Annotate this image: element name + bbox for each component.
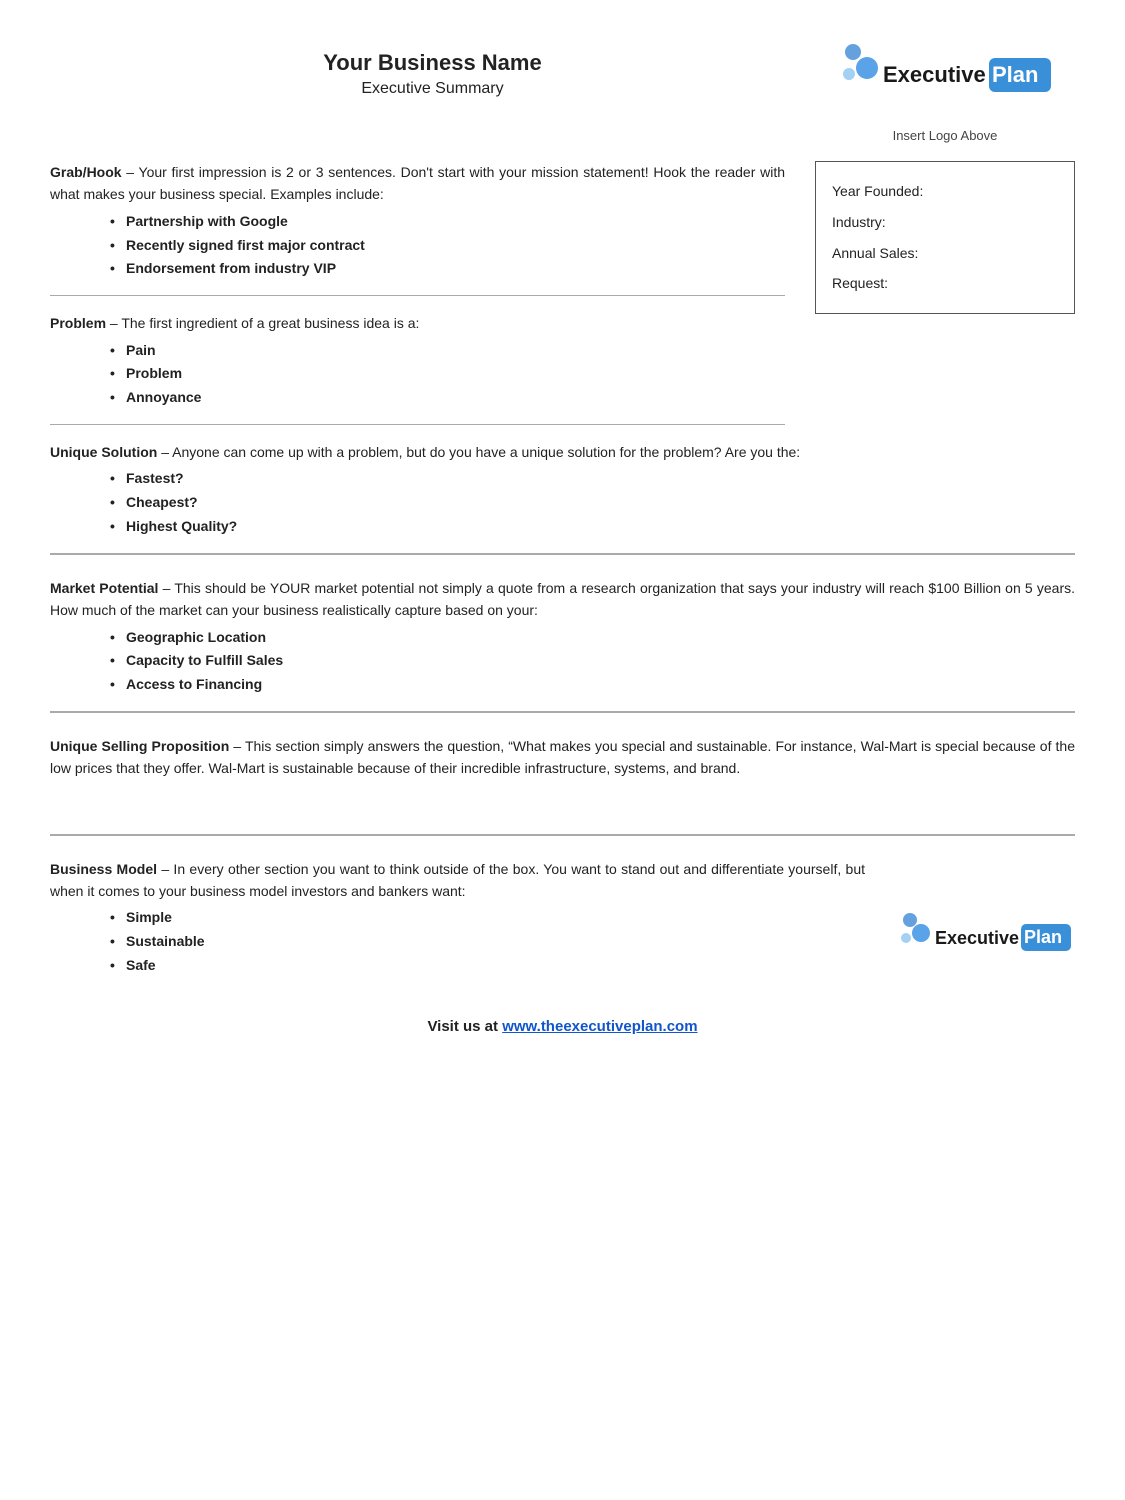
industry-label: Industry: (832, 207, 1058, 238)
top-section: Grab/Hook – Your first impression is 2 o… (50, 161, 1075, 425)
grab-hook-text: Grab/Hook – Your first impression is 2 o… (50, 161, 785, 206)
problem-section: Problem – The first ingredient of a grea… (50, 296, 785, 425)
problem-body: – The first ingredient of a great busine… (106, 315, 419, 331)
insert-logo-text: Insert Logo Above (893, 128, 998, 143)
usp-text: Unique Selling Proposition – This sectio… (50, 735, 1075, 780)
problem-list: Pain Problem Annoyance (110, 339, 785, 410)
list-item: Partnership with Google (110, 210, 785, 234)
business-model-section: Business Model – In every other section … (50, 836, 1075, 992)
footer-label: Visit us at (427, 1018, 502, 1035)
list-item: Recently signed first major contract (110, 234, 785, 258)
list-item: Cheapest? (110, 491, 1075, 515)
market-potential-label: Market Potential (50, 580, 158, 596)
problem-text: Problem – The first ingredient of a grea… (50, 312, 785, 334)
header-right: Executive Plan Insert Logo Above (815, 40, 1075, 143)
grab-hook-body: – Your first impression is 2 or 3 senten… (50, 164, 785, 202)
list-item: Simple (110, 906, 865, 930)
business-model-body: – In every other section you want to thi… (50, 861, 865, 899)
usp-section: Unique Selling Proposition – This sectio… (50, 713, 1075, 836)
usp-label: Unique Selling Proposition (50, 738, 229, 754)
svg-text:Executive: Executive (935, 928, 1019, 948)
info-box: Year Founded: Industry: Annual Sales: Re… (815, 161, 1075, 314)
request-label: Request: (832, 268, 1058, 299)
business-name: Your Business Name (50, 50, 815, 76)
list-item: Geographic Location (110, 626, 1075, 650)
market-potential-section: Market Potential – This should be YOUR m… (50, 555, 1075, 713)
header: Your Business Name Executive Summary Exe… (50, 40, 1075, 143)
market-potential-list: Geographic Location Capacity to Fulfill … (110, 626, 1075, 697)
list-item: Highest Quality? (110, 515, 1075, 539)
list-item: Sustainable (110, 930, 865, 954)
footer-link[interactable]: www.theexecutiveplan.com (502, 1018, 697, 1035)
list-item: Annoyance (110, 386, 785, 410)
list-item: Capacity to Fulfill Sales (110, 649, 1075, 673)
list-item: Endorsement from industry VIP (110, 257, 785, 281)
exec-summary: Executive Summary (50, 80, 815, 98)
year-founded-label: Year Founded: (832, 176, 1058, 207)
header-left: Your Business Name Executive Summary (50, 40, 815, 98)
list-item: Pain (110, 339, 785, 363)
svg-text:Plan: Plan (1024, 927, 1062, 947)
list-item: Problem (110, 362, 785, 386)
market-potential-body: – This should be YOUR market potential n… (50, 580, 1075, 618)
business-model-text: Business Model – In every other section … (50, 858, 865, 903)
market-potential-text: Market Potential – This should be YOUR m… (50, 577, 1075, 622)
grab-section: Grab/Hook – Your first impression is 2 o… (50, 161, 785, 296)
unique-solution-list: Fastest? Cheapest? Highest Quality? (110, 467, 1075, 538)
grab-hook-list: Partnership with Google Recently signed … (110, 210, 785, 281)
footer-text: Visit us at www.theexecutiveplan.com (50, 1018, 1075, 1035)
grab-hook-label: Grab/Hook (50, 164, 122, 180)
unique-solution-label: Unique Solution (50, 444, 157, 460)
list-item: Safe (110, 954, 865, 978)
business-model-list: Simple Sustainable Safe (110, 906, 865, 977)
svg-text:Executive: Executive (883, 62, 986, 87)
list-item: Fastest? (110, 467, 1075, 491)
unique-solution-section: Unique Solution – Anyone can come up wit… (50, 425, 1075, 555)
problem-label: Problem (50, 315, 106, 331)
list-item: Access to Financing (110, 673, 1075, 697)
svg-text:Plan: Plan (992, 62, 1038, 87)
grab-hook-left: Grab/Hook – Your first impression is 2 o… (50, 161, 815, 425)
unique-solution-text: Unique Solution – Anyone can come up wit… (50, 441, 1075, 463)
executive-plan-logo: Executive Plan (835, 40, 1055, 120)
footer: Visit us at www.theexecutiveplan.com (50, 1010, 1075, 1035)
business-model-label: Business Model (50, 861, 157, 877)
annual-sales-label: Annual Sales: (832, 238, 1058, 269)
page: Your Business Name Executive Summary Exe… (50, 40, 1075, 1035)
logo-container: Executive Plan Insert Logo Above (815, 40, 1075, 143)
unique-solution-body: – Anyone can come up with a problem, but… (157, 444, 800, 460)
footer-executive-plan-logo: Executive Plan (895, 910, 1075, 975)
